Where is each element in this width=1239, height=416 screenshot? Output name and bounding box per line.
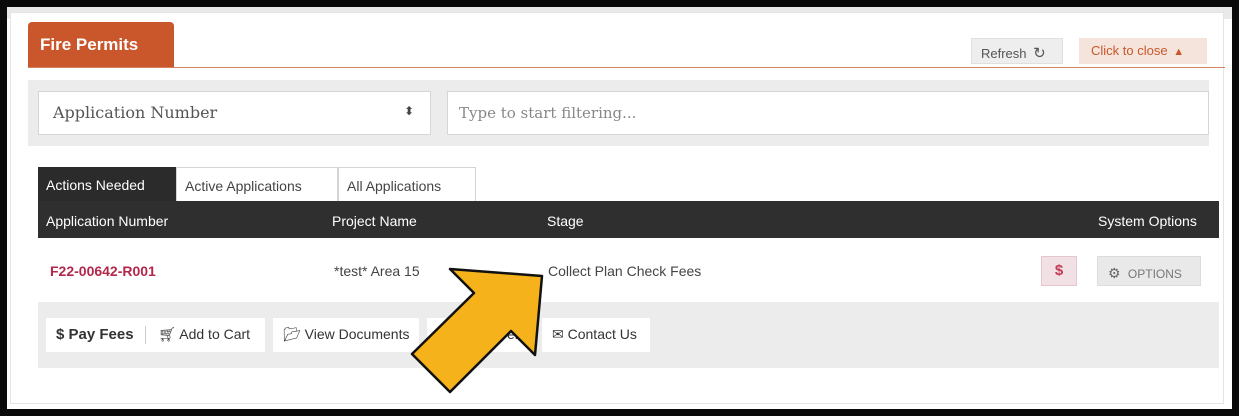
arrow-pointer-icon [410, 267, 544, 394]
annotation-arrow [410, 267, 544, 394]
